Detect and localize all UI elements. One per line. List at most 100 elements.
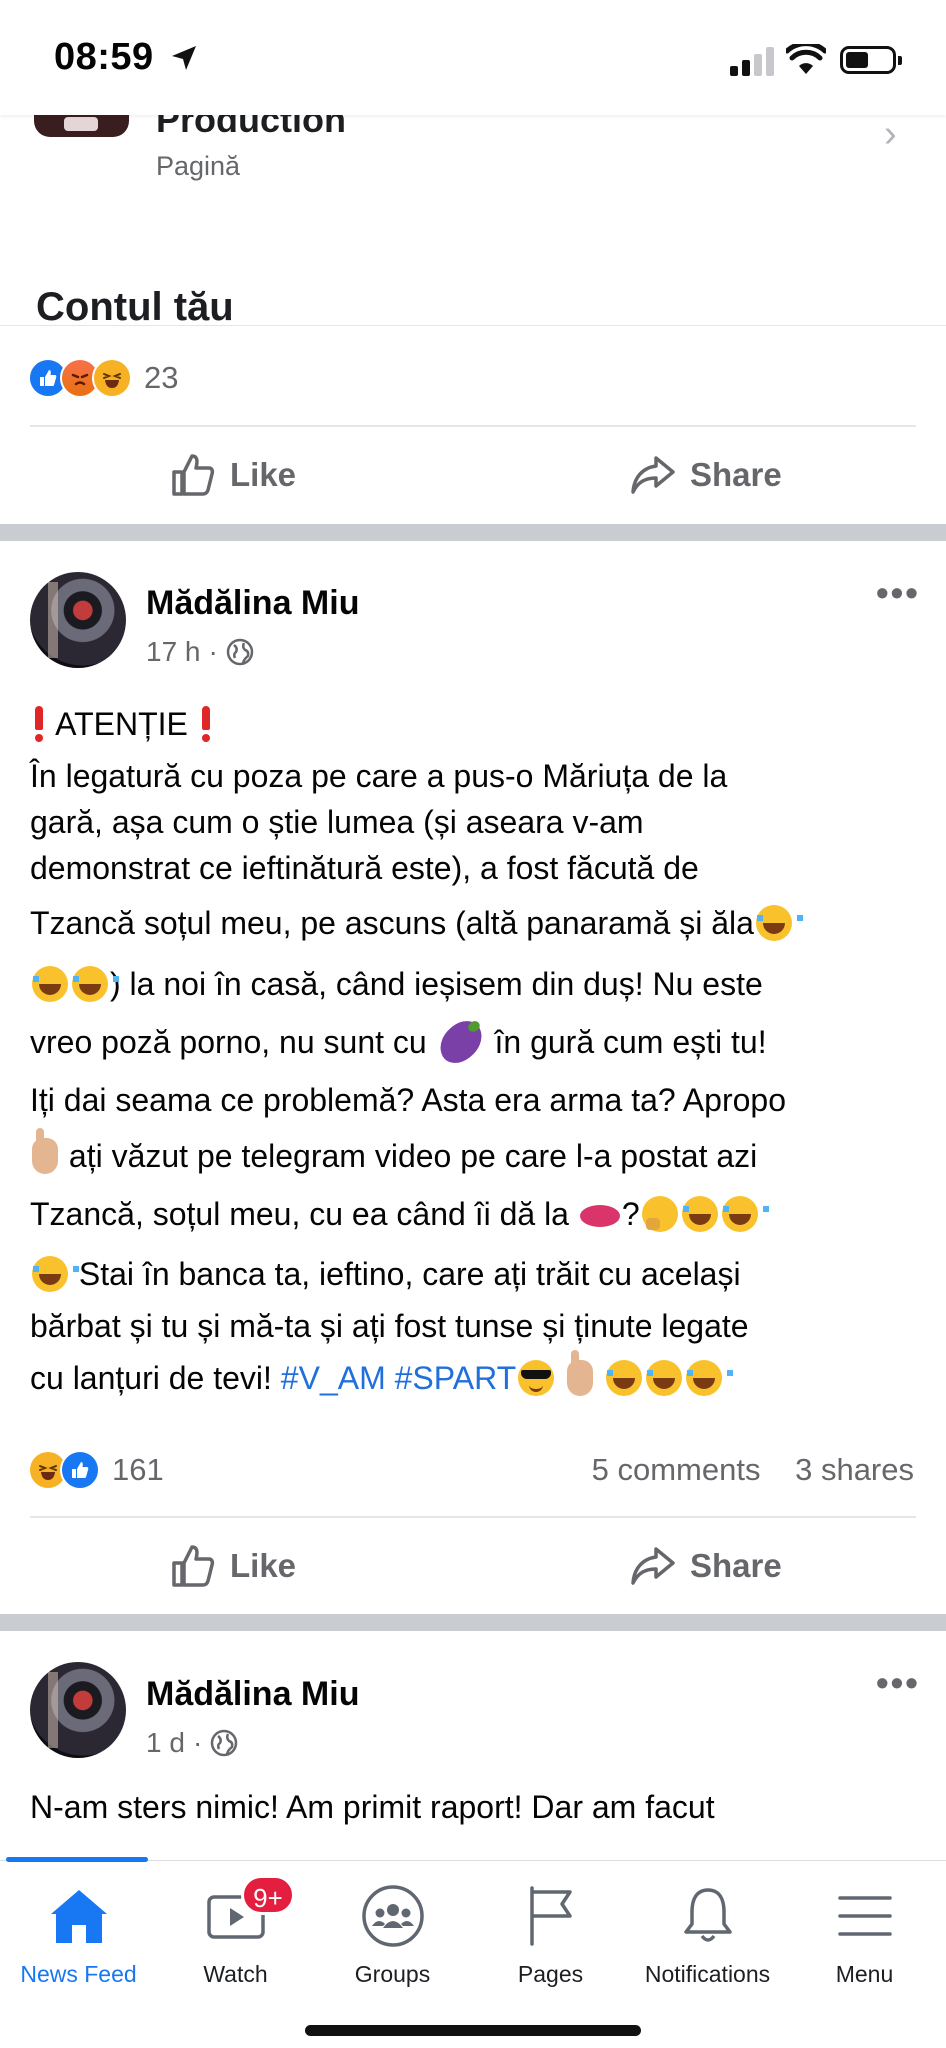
laughing-emoji-icon [681,1196,729,1232]
laughing-emoji-icon [721,1196,769,1232]
chevron-right-icon: › [884,115,897,155]
reactions-summary[interactable]: 161 [28,1448,164,1492]
watch-badge: 9+ [241,1875,295,1915]
post-line: în gură cum ești tu! [494,1024,767,1060]
laughing-emoji-icon [755,905,803,941]
post-meta: 1 d · [146,1727,238,1759]
post-line: Iți dai seama ce problemă? Asta era arma… [30,1082,786,1118]
post-options-button[interactable]: ••• [876,572,920,614]
like-reaction-icon [60,1450,100,1490]
groups-icon [361,1885,424,1947]
feed-separator [0,1614,946,1631]
shared-page-title: Production [156,115,346,140]
post-time[interactable]: 17 h [146,636,201,668]
like-button[interactable]: Like [170,452,296,498]
nav-watch[interactable]: 9+ Watch [157,1875,314,1988]
shares-count[interactable]: 3 shares [795,1452,914,1487]
exclamation-icon [199,706,213,742]
post-line: demonstrat ce ieftinătură este), a fost … [30,850,699,886]
meta-separator: · [208,636,218,667]
hashtag-link[interactable]: #V_AM [281,1360,386,1396]
post-line: N-am sters nimic! Am primit raport! Dar … [30,1789,715,1825]
nav-news-feed[interactable]: News Feed [0,1875,157,1988]
nav-label: Menu [835,1961,894,1987]
engagement-stats: 5 comments 3 shares [592,1452,914,1488]
post-body: N-am sters nimic! Am primit raport! Dar … [30,1778,920,1836]
cellular-signal-icon [730,46,774,76]
shared-page-subtitle: Pagină [156,151,241,181]
post-time[interactable]: 1 d [146,1727,185,1759]
status-time: 08:59 [54,36,154,78]
shared-heading: Contul tău [36,285,234,327]
post-line: Stai în banca ta, ieftino, care ați trăi… [78,1256,741,1292]
globe-icon [226,638,254,666]
pointing-up-emoji-icon [32,1128,58,1174]
post-line: ATENȚIE [55,706,188,742]
reaction-count: 23 [144,360,179,395]
nav-pages[interactable]: Pages [472,1875,629,1988]
share-label: Share [690,1547,782,1584]
page-thumbnail [34,115,129,137]
thumbs-up-icon [172,1545,215,1587]
menu-icon [837,1896,892,1936]
share-label: Share [690,456,782,493]
share-button[interactable]: Share [630,1543,782,1589]
reactions-summary[interactable]: 23 [28,356,178,400]
lips-emoji-icon [579,1205,620,1227]
pointing-up-emoji-icon [567,1350,594,1396]
post-options-button[interactable]: ••• [876,1662,920,1704]
post-line: ați văzut pe telegram video pe care l-a … [68,1138,758,1174]
eggplant-emoji-icon [431,1014,490,1070]
post-line: bărbat și tu și mă-ta și ați fost tunse … [30,1308,749,1344]
bottom-navigation: News Feed 9+ Watch Groups Pages Notifica… [0,1857,946,2048]
share-arrow-icon [631,456,675,494]
nav-menu[interactable]: Menu [786,1875,943,1988]
post-author[interactable]: Mădălina Miu [146,584,359,623]
shared-page-card[interactable]: Production Pagină › Contul tău [0,115,946,327]
divider [0,325,946,326]
post-meta: 17 h · [146,636,254,668]
post-line: Tzancă, soțul meu, cu ea când îi dă la [30,1196,569,1232]
laughing-emoji-icon [605,1360,653,1396]
laughing-emoji-icon [72,966,119,1002]
laughing-emoji-icon [32,1256,79,1292]
home-icon [50,1890,107,1943]
nav-label: Groups [354,1961,431,1987]
hashtag-link[interactable]: #SPART [395,1360,517,1396]
feed-separator [0,524,946,541]
post-line: ) la noi în casă, când ieșisem din duș! … [110,966,763,1002]
post-line: ? [621,1196,640,1232]
meta-separator: · [192,1727,203,1758]
laughing-emoji-icon [645,1360,693,1396]
feed-loading-indicator [6,1857,148,1862]
post-body: ATENȚIE În legatură cu poza pe care a pu… [30,695,920,1407]
post-author[interactable]: Mădălina Miu [146,1675,359,1714]
like-label: Like [230,456,297,493]
nav-label: Notifications [644,1961,771,1987]
share-button[interactable]: Share [630,452,782,498]
nav-label: News Feed [20,1961,137,1987]
exclamation-icon [32,706,46,742]
divider [30,425,916,427]
like-label: Like [230,1547,297,1584]
like-button[interactable]: Like [170,1543,296,1589]
nav-notifications[interactable]: Notifications [629,1875,786,1988]
battery-icon [840,46,902,74]
author-avatar[interactable] [30,572,126,668]
sunglasses-emoji-icon [518,1360,555,1396]
post-line: vreo poză porno, nu sunt cu [30,1024,427,1060]
status-bar: 08:59 [0,0,946,115]
post-line: În legatură cu poza pe care a pus-o Mări… [30,758,728,794]
divider [30,1516,916,1518]
reaction-count: 161 [112,1452,164,1487]
flag-icon [529,1886,572,1946]
comments-count[interactable]: 5 comments [592,1452,761,1487]
wifi-icon [786,44,826,74]
nav-groups[interactable]: Groups [314,1875,471,1988]
nav-label: Watch [203,1961,268,1987]
home-indicator[interactable] [305,2025,641,2036]
location-arrow-icon [172,46,196,70]
globe-icon [211,1729,238,1757]
nav-label: Pages [517,1961,584,1987]
author-avatar[interactable] [30,1662,126,1758]
